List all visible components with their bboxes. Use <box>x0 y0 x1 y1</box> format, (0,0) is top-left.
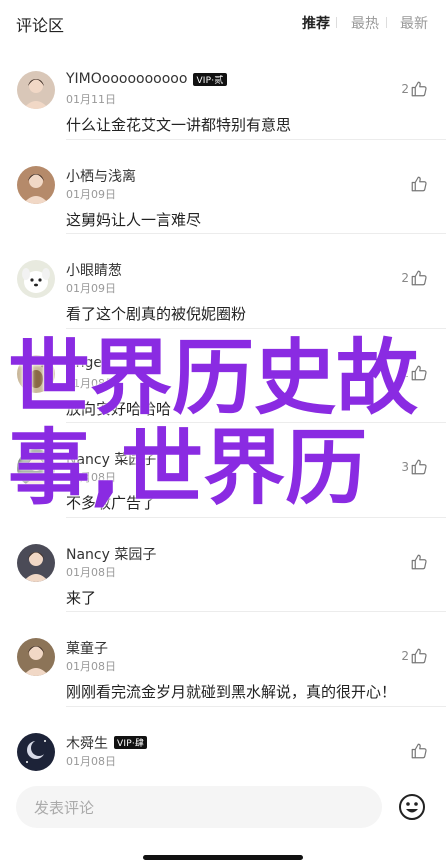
comment-item[interactable]: 木舜生 VIP·肆 01月08日 <box>0 705 446 783</box>
like-count: 2 <box>401 271 409 285</box>
like-button[interactable] <box>409 175 428 193</box>
comment-date: 01月08日 <box>66 376 116 390</box>
like-button[interactable]: 2 <box>401 80 428 98</box>
tab-newest[interactable]: 最新 <box>400 13 428 33</box>
smiley-icon[interactable] <box>398 793 426 821</box>
comment-divider <box>66 516 446 518</box>
like-button[interactable]: 2 <box>401 647 428 665</box>
comment-date: 01月09日 <box>66 187 116 201</box>
comment-item[interactable]: YIMOoooooooooo VIP·贰 01月11日什么让金花艾文一讲都特别有意思… <box>0 44 446 138</box>
comment-author[interactable]: 小眼睛葱 <box>66 260 122 280</box>
like-button[interactable]: 2 <box>401 364 428 382</box>
comment-author[interactable]: YIMOoooooooooo <box>66 71 187 87</box>
vip-badge: VIP·贰 <box>193 72 227 86</box>
thumbs-up-icon <box>410 458 428 476</box>
like-button[interactable] <box>409 553 428 571</box>
comment-author-row: Nancy 菜园子 <box>66 449 156 469</box>
tab-divider <box>386 17 387 28</box>
comment-author-row: 小眼睛葱 <box>66 260 122 280</box>
like-count: 3 <box>401 460 409 474</box>
comment-date: 01月11日 <box>66 93 116 106</box>
comment-author[interactable]: 木舜生 <box>66 733 108 753</box>
comment-item[interactable]: Nancy 菜园子 01月08日来了 <box>0 516 446 611</box>
comment-input-placeholder: 发表评论 <box>34 799 95 817</box>
comment-text: 不多收广告了 <box>66 494 157 512</box>
tab-recommended[interactable]: 推荐 <box>302 13 330 33</box>
comment-text: 刚刚看完流金岁月就碰到黑水解说，真的很开心！ <box>66 683 397 701</box>
thumbs-up-icon <box>410 553 428 571</box>
comment-date: 01月08日 <box>66 471 116 484</box>
comment-date: 01月09日 <box>66 282 116 295</box>
comment-date: 01月08日 <box>66 754 116 768</box>
comment-text: 来了 <box>66 588 97 607</box>
comments-header: 评论区 推荐 最热 最新 <box>0 0 446 44</box>
comment-text: 什么让金花艾文一讲都特别有意思 <box>66 116 292 134</box>
comment-author[interactable]: 菓童子 <box>66 638 108 658</box>
avatar[interactable] <box>17 449 55 487</box>
avatar[interactable] <box>17 71 55 109</box>
like-button[interactable]: 2 <box>401 269 428 287</box>
comment-item[interactable]: Nancy 菜园子 01月08日不多收广告了 3 <box>0 422 446 516</box>
avatar[interactable] <box>17 260 55 298</box>
comment-author-row: 小栖与浅离 <box>66 166 136 186</box>
comment-date: 01月08日 <box>66 660 116 673</box>
comment-item[interactable]: 小眼睛葱 01月09日看了这个剧真的被倪妮圈粉 2 <box>0 233 446 327</box>
tab-hottest[interactable]: 最热 <box>351 13 379 33</box>
thumbs-up-icon <box>410 80 428 98</box>
comment-divider <box>66 327 446 329</box>
thumbs-up-icon <box>410 647 428 665</box>
comment-item[interactable]: 菓童子 01月08日刚刚看完流金岁月就碰到黑水解说，真的很开心！ 2 <box>0 611 446 705</box>
comment-text: 看了这个剧真的被倪妮圈粉 <box>66 305 247 323</box>
avatar[interactable] <box>17 543 55 582</box>
avatar[interactable] <box>17 638 55 676</box>
comment-author-row: Nancy 菜园子 <box>66 544 156 564</box>
thumbs-up-icon <box>410 175 428 193</box>
tab-divider <box>336 17 337 28</box>
comment-author-row: 菓童子 <box>66 638 108 658</box>
comment-item[interactable]: 小栖与浅离 01月09日这舅妈让人一言难尽 <box>0 138 446 233</box>
comment-divider <box>66 705 446 707</box>
comment-date: 01月08日 <box>66 565 116 579</box>
like-count: 2 <box>401 649 409 663</box>
comment-author[interactable]: Nancy 菜园子 <box>66 449 156 469</box>
comment-input[interactable]: 发表评论 <box>16 786 382 828</box>
comment-divider <box>66 422 446 423</box>
like-button[interactable] <box>409 742 428 760</box>
comment-text: 这舅妈让人一言难尽 <box>66 210 202 229</box>
like-count: 2 <box>401 82 409 96</box>
comment-author[interactable]: Nancy 菜园子 <box>66 544 156 564</box>
comment-author-row: YIMOoooooooooo VIP·贰 <box>66 71 227 87</box>
comment-divider <box>66 611 446 612</box>
comment-input-bar: 发表评论 <box>0 782 446 868</box>
sort-tabs: 推荐 最热 最新 <box>302 13 428 33</box>
comment-divider <box>66 233 446 234</box>
comment-divider <box>66 138 446 140</box>
like-count: 2 <box>401 365 409 380</box>
comment-author[interactable]: 小栖与浅离 <box>66 166 136 186</box>
page-title: 评论区 <box>16 16 65 35</box>
like-button[interactable]: 3 <box>401 458 428 476</box>
comment-text: 放向安好哈哈哈 <box>66 399 172 418</box>
thumbs-up-icon <box>410 742 428 760</box>
comment-list[interactable]: YIMOoooooooooo VIP·贰 01月11日什么让金花艾文一讲都特别有意思… <box>0 44 446 782</box>
avatar[interactable] <box>17 165 55 204</box>
avatar[interactable] <box>17 354 55 393</box>
thumbs-up-icon <box>410 269 428 287</box>
comment-author-row: Angel <box>66 355 106 371</box>
comment-item[interactable]: Angel 01月08日放向安好哈哈哈 2 <box>0 327 446 422</box>
avatar[interactable] <box>17 732 55 771</box>
thumbs-up-icon <box>410 364 428 382</box>
home-indicator <box>143 855 303 860</box>
vip-badge: VIP·肆 <box>114 736 148 749</box>
comment-author-row: 木舜生 VIP·肆 <box>66 733 148 753</box>
comment-author[interactable]: Angel <box>66 355 106 371</box>
